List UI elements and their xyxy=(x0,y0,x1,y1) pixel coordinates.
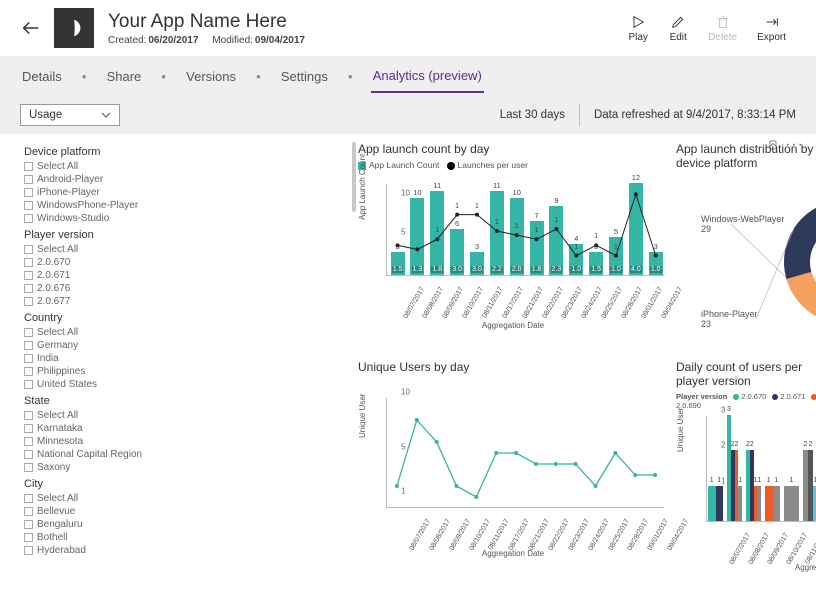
slicer-item[interactable]: Bellevue xyxy=(24,505,350,518)
checkbox-icon[interactable] xyxy=(24,367,33,376)
slicer-item[interactable]: WindowsPhone-Player xyxy=(24,199,350,212)
slicer-item[interactable]: 2.0.677 xyxy=(24,295,350,308)
checkbox-icon[interactable] xyxy=(24,437,33,446)
export-button[interactable]: Export xyxy=(757,14,786,43)
checkbox-icon[interactable] xyxy=(24,341,33,350)
slicer-item[interactable]: Select All xyxy=(24,243,350,256)
back-icon[interactable] xyxy=(20,17,42,39)
slicer-item[interactable]: United States xyxy=(24,378,350,391)
slicer-item[interactable]: 2.0.676 xyxy=(24,282,350,295)
app-icon xyxy=(54,8,94,48)
slicer-item[interactable]: Select All xyxy=(24,326,350,339)
chevron-down-icon xyxy=(101,110,111,120)
scope-select[interactable]: Usage xyxy=(20,104,120,126)
filters-pane: Device platformSelect AllAndroid-Playeri… xyxy=(20,142,350,570)
panel-unique-users-by-day: Unique Users by day Unique User 151008/0… xyxy=(358,360,668,570)
slicer-item[interactable]: Android-Player xyxy=(24,173,350,186)
checkbox-icon[interactable] xyxy=(24,450,33,459)
checkbox-icon[interactable] xyxy=(24,411,33,420)
slicer-item[interactable]: Select All xyxy=(24,160,350,173)
device-donut-chart: Android-Player31Windows-WebPlayer29iPhon… xyxy=(676,174,816,354)
panel-app-launch-by-day: App launch count by day App Launch Count… xyxy=(358,142,668,352)
slicer-title-city: City xyxy=(24,478,350,490)
filterbar: Usage Last 30 days Data refreshed at 9/4… xyxy=(0,96,816,134)
refresh-time-label: Data refreshed at 9/4/2017, 8:33:14 PM xyxy=(594,109,796,121)
time-range-label: Last 30 days xyxy=(500,109,565,121)
series-bar[interactable]: 1 xyxy=(773,486,781,521)
subnav: Details● Share● Versions● Settings● Anal… xyxy=(0,56,816,96)
app-title: Your App Name Here xyxy=(108,11,305,33)
slicer-title-state: State xyxy=(24,395,350,407)
checkbox-icon[interactable] xyxy=(24,258,33,267)
app-meta: Created:06/20/2017 Modified:09/04/2017 xyxy=(108,35,305,46)
slicer-item[interactable]: iPhone-Player xyxy=(24,186,350,199)
series-bar[interactable]: 1 xyxy=(765,486,773,521)
slicer-item[interactable]: Hyderabad xyxy=(24,544,350,557)
checkbox-icon[interactable] xyxy=(24,533,33,542)
slicer-item[interactable]: Select All xyxy=(24,409,350,422)
slicer-item[interactable]: Minnesota xyxy=(24,435,350,448)
series-bar[interactable]: 1 xyxy=(738,486,742,521)
slicer-item[interactable]: Germany xyxy=(24,339,350,352)
checkbox-icon[interactable] xyxy=(24,245,33,254)
checkbox-icon[interactable] xyxy=(24,354,33,363)
slicer-item[interactable]: 2.0.670 xyxy=(24,256,350,269)
checkbox-icon[interactable] xyxy=(24,162,33,171)
checkbox-icon[interactable] xyxy=(24,494,33,503)
slicer-item[interactable]: Philippines xyxy=(24,365,350,378)
checkbox-icon[interactable] xyxy=(24,175,33,184)
checkbox-icon[interactable] xyxy=(24,188,33,197)
checkbox-icon[interactable] xyxy=(24,214,33,223)
tab-settings[interactable]: Settings xyxy=(279,61,330,92)
app-launch-bar-chart: App Launch Count Launches per user App L… xyxy=(358,160,668,330)
tab-analytics[interactable]: Analytics (preview) xyxy=(371,60,484,93)
slicer-item[interactable]: Karnataka xyxy=(24,422,350,435)
checkbox-icon[interactable] xyxy=(24,297,33,306)
slicer-item[interactable]: Windows-Studio xyxy=(24,212,350,225)
series-bar[interactable]: 1 xyxy=(757,486,761,521)
checkbox-icon[interactable] xyxy=(24,463,33,472)
tab-versions[interactable]: Versions xyxy=(184,61,238,92)
unique-users-line-chart: Unique User 151008/07/201708/08/201708/0… xyxy=(358,378,668,558)
play-button[interactable]: Play xyxy=(628,14,648,43)
donut-slice[interactable] xyxy=(786,272,816,324)
slicer-item[interactable]: Bothell xyxy=(24,531,350,544)
slicer-item[interactable]: Saxony xyxy=(24,461,350,474)
tab-details[interactable]: Details xyxy=(20,61,64,92)
slicer-scrollbar[interactable] xyxy=(352,142,356,212)
checkbox-icon[interactable] xyxy=(24,271,33,280)
report-area: ··· App launch count by day App Launch C… xyxy=(0,134,816,580)
series-bar[interactable]: 1 xyxy=(784,486,799,521)
panel-users-per-version: Daily count of users per player version … xyxy=(676,360,816,570)
panel-device-distribution: App launch distribution by device platfo… xyxy=(676,142,816,352)
donut-label: iPhone-Player23 xyxy=(701,309,758,329)
slicer-item[interactable]: Bengaluru xyxy=(24,518,350,531)
checkbox-icon[interactable] xyxy=(24,520,33,529)
checkbox-icon[interactable] xyxy=(24,201,33,210)
topbar: Your App Name Here Created:06/20/2017 Mo… xyxy=(0,0,816,56)
slicer-title-device: Device platform xyxy=(24,146,350,158)
users-per-version-chart: Player version2.0.6702.0.6712.0.6762.0.6… xyxy=(676,392,816,572)
checkbox-icon[interactable] xyxy=(24,507,33,516)
slicer-item[interactable]: India xyxy=(24,352,350,365)
slicer-title-country: Country xyxy=(24,312,350,324)
series-bar[interactable]: 1 xyxy=(716,486,724,521)
slicer-title-player: Player version xyxy=(24,229,350,241)
slicer-item[interactable]: 2.0.671 xyxy=(24,269,350,282)
checkbox-icon[interactable] xyxy=(24,328,33,337)
checkbox-icon[interactable] xyxy=(24,546,33,555)
checkbox-icon[interactable] xyxy=(24,284,33,293)
edit-button[interactable]: Edit xyxy=(668,14,688,43)
slicer-item[interactable]: Select All xyxy=(24,492,350,505)
checkbox-icon[interactable] xyxy=(24,424,33,433)
slicer-item[interactable]: National Capital Region xyxy=(24,448,350,461)
tab-share[interactable]: Share xyxy=(105,61,144,92)
donut-label: Windows-WebPlayer29 xyxy=(701,214,784,234)
series-bar[interactable]: 1 xyxy=(708,486,716,521)
delete-button: Delete xyxy=(708,14,737,43)
checkbox-icon[interactable] xyxy=(24,380,33,389)
